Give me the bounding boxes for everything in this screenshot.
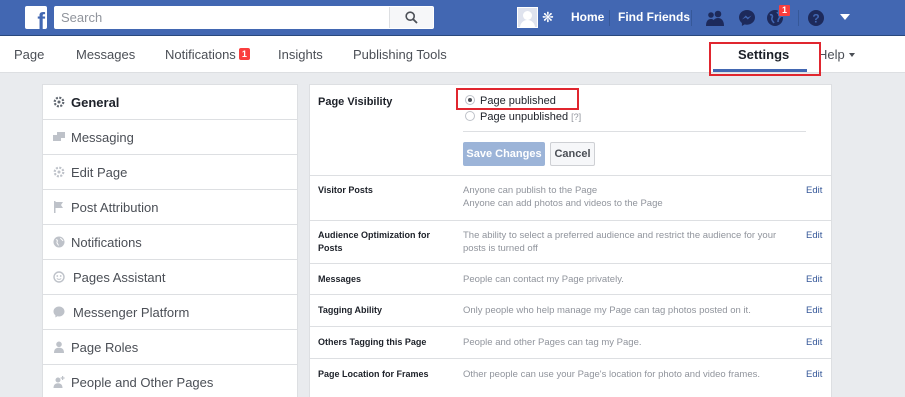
find-friends-link[interactable]: Find Friends — [618, 10, 690, 24]
home-link[interactable]: Home — [571, 10, 604, 24]
setting-key: Tagging Ability — [318, 305, 382, 315]
setting-value: People can contact my Page privately. — [463, 274, 624, 285]
sidebar-item-label: Messenger Platform — [73, 305, 190, 320]
setting-row-tagging-ability: Tagging Ability Only people who help man… — [310, 294, 831, 326]
save-changes-button[interactable]: Save Changes — [463, 142, 545, 166]
setting-row-visitor-posts: Visitor Posts Anyone can publish to the … — [310, 175, 831, 220]
sidebar-item-label: Pages Assistant — [73, 270, 166, 285]
setting-value: Anyone can publish to the Page — [463, 185, 598, 196]
sidebar-item-edit-page[interactable]: Edit Page — [43, 155, 297, 190]
edit-link[interactable]: Edit — [806, 273, 822, 286]
sidebar-item-label: General — [71, 95, 120, 110]
tab-page[interactable]: Page — [14, 47, 44, 62]
setting-row-page-location-frames: Page Location for Frames Other people ca… — [310, 358, 831, 397]
tab-publishing-tools[interactable]: Publishing Tools — [353, 47, 447, 62]
edit-link[interactable]: Edit — [806, 336, 822, 349]
facebook-logo[interactable]: f — [25, 6, 47, 29]
search-box — [54, 6, 434, 29]
sidebar-item-messaging[interactable]: Messaging — [43, 120, 297, 155]
friends-icon[interactable] — [705, 8, 725, 28]
tab-help[interactable]: Help — [818, 47, 855, 62]
general-settings-panel: Page Visibility Page published Page unpu… — [309, 84, 832, 397]
assistant-icon — [53, 271, 65, 283]
edit-link[interactable]: Edit — [806, 368, 822, 381]
settings-highlight-box — [709, 42, 821, 76]
sidebar-item-label: Post Attribution — [71, 200, 159, 215]
caret-down-icon[interactable] — [840, 14, 850, 20]
avatar[interactable] — [517, 7, 538, 28]
sidebar-item-label: People and Other Pages — [71, 375, 214, 390]
search-icon — [405, 11, 418, 24]
search-button[interactable] — [389, 7, 433, 28]
help-hint-link[interactable]: [?] — [571, 112, 581, 122]
globe-icon — [53, 236, 65, 248]
sidebar-item-page-roles[interactable]: Page Roles — [43, 330, 297, 365]
sidebar-item-pages-assistant[interactable]: Pages Assistant — [43, 260, 297, 295]
nav-divider — [609, 10, 610, 26]
setting-key: Others Tagging this Page — [318, 337, 427, 347]
setting-value-secondary: Anyone can add photos and videos to the … — [463, 198, 663, 209]
sidebar-item-label: Messaging — [71, 130, 134, 145]
published-highlight-box — [456, 88, 579, 110]
setting-key: Page Location for Frames — [318, 369, 429, 379]
tab-insights[interactable]: Insights — [278, 47, 323, 62]
tab-notifications[interactable]: Notifications 1 — [165, 47, 250, 62]
tab-help-label: Help — [818, 47, 845, 62]
messenger-icon — [53, 306, 65, 318]
sidebar-item-general[interactable]: General — [43, 85, 297, 120]
sidebar-item-messenger-platform[interactable]: Messenger Platform — [43, 295, 297, 330]
search-input[interactable] — [55, 7, 395, 28]
setting-key: Audience Optimization for Posts — [318, 230, 431, 253]
setting-value: Only people who help manage my Page can … — [463, 305, 751, 316]
gear-icon[interactable]: ❋ — [542, 9, 554, 25]
chevron-down-icon — [848, 53, 855, 57]
edit-link[interactable]: Edit — [806, 229, 822, 242]
person-icon — [53, 341, 65, 353]
setting-value: Other people can use your Page's locatio… — [463, 369, 761, 380]
setting-key: Messages — [318, 274, 362, 284]
notification-badge: 1 — [778, 4, 792, 17]
setting-row-others-tagging: Others Tagging this Page People and othe… — [310, 326, 831, 358]
sidebar-item-people-and-other-pages[interactable]: People and Other Pages — [43, 365, 297, 397]
sidebar-item-notifications[interactable]: Notifications — [43, 225, 297, 260]
edit-link[interactable]: Edit — [806, 304, 822, 317]
setting-row-audience-optimization: Audience Optimization for Posts The abil… — [310, 220, 831, 263]
page-unpublished-radio[interactable] — [465, 111, 475, 121]
sidebar-item-post-attribution[interactable]: Post Attribution — [43, 190, 297, 225]
setting-value: The ability to select a preferred audien… — [463, 230, 777, 254]
visibility-divider — [463, 131, 806, 132]
svg-text:?: ? — [812, 12, 819, 26]
notifications-badge: 1 — [238, 48, 250, 60]
messaging-icon — [53, 131, 65, 143]
cancel-button[interactable]: Cancel — [550, 142, 595, 166]
setting-key: Visitor Posts — [318, 185, 373, 195]
nav-divider — [798, 10, 799, 26]
sidebar-item-label: Edit Page — [71, 165, 128, 180]
edit-link[interactable]: Edit — [806, 184, 822, 197]
flag-icon — [53, 201, 65, 213]
settings-sidebar: General Messaging Edit Page Post Attribu… — [42, 84, 298, 397]
page-unpublished-label: Page unpublished — [480, 111, 569, 123]
page-visibility-label: Page Visibility — [318, 96, 393, 108]
tab-notifications-label: Notifications — [165, 47, 236, 62]
top-navbar: f ❋ Home Find Friends 1 ? — [0, 0, 905, 36]
tab-messages[interactable]: Messages — [76, 47, 135, 62]
gear-icon — [53, 96, 65, 108]
add-person-icon — [53, 376, 65, 388]
help-icon[interactable]: ? — [806, 8, 826, 28]
sidebar-item-label: Notifications — [71, 235, 142, 250]
setting-value: People and other Pages can tag my Page. — [463, 337, 642, 348]
messenger-icon[interactable] — [737, 8, 757, 28]
sidebar-item-label: Page Roles — [71, 340, 139, 355]
gear-icon — [53, 166, 65, 178]
page-unpublished-option[interactable]: Page unpublished [?] — [465, 111, 581, 124]
nav-divider — [691, 10, 692, 26]
setting-row-messages: Messages People can contact my Page priv… — [310, 263, 831, 294]
